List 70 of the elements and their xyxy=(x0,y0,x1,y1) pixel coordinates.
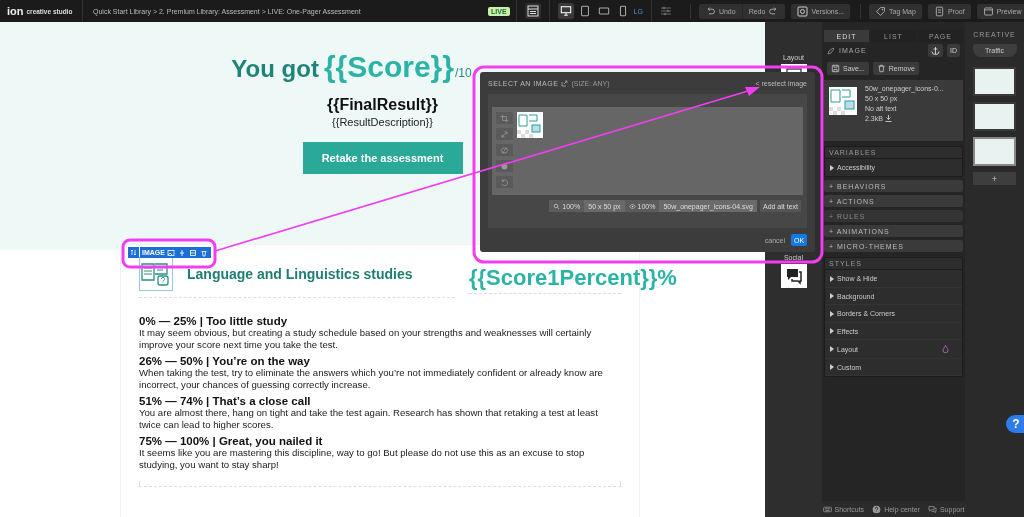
keyboard-icon xyxy=(822,504,832,514)
page-thumbnail[interactable] xyxy=(973,67,1016,96)
range-heading: 0% — 25% | Too little study xyxy=(139,315,289,327)
layout-button[interactable] xyxy=(524,3,541,19)
caret-icon xyxy=(830,310,834,317)
floppy-disk-icon xyxy=(831,64,840,73)
chat-bubbles-icon xyxy=(784,267,803,285)
range-description: It may seem obvious, but creating a study schedule based on your strengths and weaknesses will certainly improve your score next time you take the test. xyxy=(139,327,593,351)
anchor-button[interactable] xyxy=(928,44,943,57)
score-percent-variable: {{Score1Percent}}% xyxy=(469,265,677,290)
toolbar-button[interactable] xyxy=(165,248,176,257)
caret-icon xyxy=(830,346,834,352)
eye-icon xyxy=(628,202,636,210)
logo-text: ion xyxy=(7,5,24,17)
book-question-icon xyxy=(139,257,173,291)
add-page-button[interactable]: + xyxy=(973,172,1016,185)
circle-icon xyxy=(500,161,509,171)
help-icon xyxy=(872,504,882,514)
score-total: /10 xyxy=(454,66,472,80)
toolbar-button[interactable] xyxy=(187,248,198,257)
rotate-icon xyxy=(500,177,509,187)
range-heading: 26% — 50% | You’re on the way xyxy=(139,355,311,367)
download-icon xyxy=(884,115,892,122)
pencil-icon xyxy=(827,46,835,55)
caret-icon xyxy=(830,164,834,171)
tablet-icon xyxy=(597,5,610,17)
page-layout-icon xyxy=(526,5,539,17)
preview-icon xyxy=(982,5,994,17)
final-result-variable: {{FinalResult}} xyxy=(326,96,439,114)
image-icon xyxy=(166,248,175,257)
trash-icon xyxy=(199,248,208,257)
sliders-icon xyxy=(659,5,672,17)
frame-icon xyxy=(188,248,197,257)
image-thumbnail xyxy=(829,87,857,115)
anchor-icon xyxy=(931,46,940,55)
eye-slash-icon xyxy=(500,145,509,155)
score-variable: {{Score}} xyxy=(323,50,454,84)
external-link-icon xyxy=(561,79,569,87)
image-thumbnail xyxy=(517,112,543,138)
caret-icon xyxy=(830,293,834,299)
versions-icon xyxy=(797,5,809,17)
move-handle[interactable] xyxy=(128,247,139,258)
tag-icon xyxy=(875,5,887,17)
trash-icon xyxy=(876,64,886,73)
help-button[interactable]: ? xyxy=(1006,415,1024,433)
document-icon xyxy=(933,5,945,17)
range-description: It seems like you are mastering this discipline, way to go! But please do not use this as an excuse to stop studying, you want to stay sharp! xyxy=(139,447,586,471)
result-heading: You got xyxy=(231,55,319,83)
chat-icon xyxy=(927,504,937,514)
range-description: When taking the test, try to eliminate the answers which you’re not immediately confident or already know are incorrect, your chances of guessing correctly increase. xyxy=(139,367,604,391)
range-heading: 75% — 100% | Great, you nailed it xyxy=(139,435,324,447)
search-icon xyxy=(553,202,561,210)
resize-icon xyxy=(500,129,509,139)
crop-icon xyxy=(500,113,509,123)
caret-icon xyxy=(830,328,834,334)
result-description-variable: {{ResultDescription}} xyxy=(332,116,433,128)
card-title: Language and Linguistics studies xyxy=(187,266,413,282)
layout-thumbnail[interactable] xyxy=(780,264,807,288)
range-heading: 51% — 74% | That’s a close call xyxy=(139,395,312,407)
pin-icon xyxy=(177,248,186,257)
tablet-icon xyxy=(578,5,591,17)
page-thumbnail[interactable] xyxy=(973,102,1016,131)
caret-icon xyxy=(830,275,834,282)
caret-icon xyxy=(830,364,834,370)
arrows-icon xyxy=(130,249,137,256)
droplet-icon xyxy=(942,345,949,353)
page-thumbnail[interactable] xyxy=(973,137,1016,166)
device-button[interactable] xyxy=(557,3,574,19)
monitor-icon xyxy=(559,5,572,17)
range-description: You are almost there, hang on tight and take the test again. Research has shown that retaking a test at least twice can lead to higher scores. xyxy=(139,407,599,431)
